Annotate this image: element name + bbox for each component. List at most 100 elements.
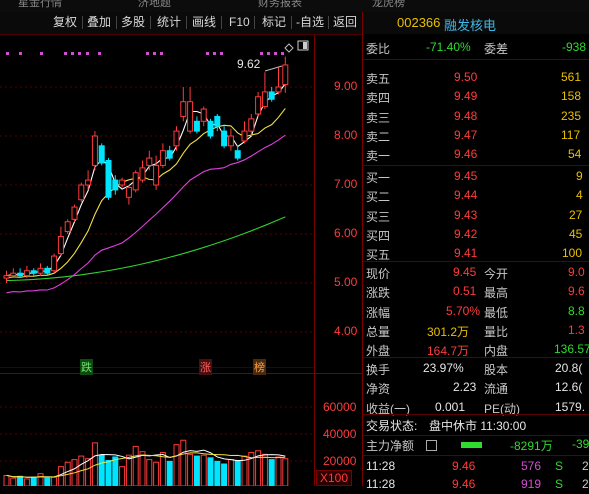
quote-label: 最低 (484, 305, 509, 320)
stat-value: 0.001 (435, 399, 466, 414)
volume-bar (234, 459, 241, 486)
ask-volume: 117 (561, 127, 581, 142)
ask-level-label: 卖二 (366, 129, 391, 144)
candle-body (3, 275, 10, 279)
tick-volume: 919 (521, 477, 542, 491)
quote-value: 5.70% (446, 303, 481, 318)
stat-label: 净资 (366, 382, 391, 397)
overlay-button[interactable]: 叠加 (87, 14, 111, 31)
remove-watchlist-button[interactable]: -自选 (296, 14, 324, 31)
bid-row: 买三 9.43 27 (363, 206, 589, 225)
toolbar-divider (82, 16, 83, 29)
bid-volume: 9 (576, 169, 583, 183)
event-marker-down[interactable]: 跌 (80, 359, 93, 375)
candle-body (112, 179, 119, 191)
candle-body (119, 179, 126, 186)
signal-dot (40, 52, 43, 55)
candle-body (132, 172, 139, 191)
candle-body (268, 91, 275, 100)
event-marker-up[interactable]: 涨 (199, 359, 212, 375)
ask-price: 9.47 (454, 127, 478, 142)
main-flow-icon[interactable] (426, 440, 437, 451)
volume-bar (139, 451, 146, 486)
restore-rights-button[interactable]: 复权 (53, 14, 77, 31)
price-axis-label: 4.00 (334, 324, 358, 338)
volume-bar (17, 475, 24, 486)
trade-status-label: 交易状态: (366, 419, 418, 433)
stat-row: 净资 2.23 流通 12.6( (363, 378, 589, 397)
volume-bar (207, 457, 214, 486)
candle-body (91, 135, 98, 166)
stat-label: 换手 (366, 363, 391, 377)
candle-body (248, 118, 255, 132)
bid-level-label: 买三 (366, 209, 391, 224)
mark-button[interactable]: 标记 (262, 14, 286, 31)
candle-body (193, 120, 200, 132)
top-menu-item[interactable]: 星金行情 (18, 0, 62, 10)
main-flow-label: 主力净额 (366, 439, 415, 453)
bid-volume: 100 (562, 246, 583, 261)
draw-line-button[interactable]: 画线 (192, 14, 216, 31)
signal-dot (274, 52, 277, 55)
volume-bar (10, 477, 17, 486)
volume-bar (268, 459, 275, 486)
tick-row: 11:28 9.46 919 S 2 (363, 475, 589, 494)
statistics-button[interactable]: 统计 (157, 14, 181, 31)
signal-dot (267, 52, 270, 55)
volume-unit-badge: X100 (316, 470, 353, 486)
tick-direction: S (555, 477, 564, 491)
tick-row: 11:28 9.46 576 S 2 (363, 457, 589, 476)
candle-body (261, 91, 268, 108)
stat-value: 2.23 (453, 380, 477, 395)
multi-stock-button[interactable]: 多股 (121, 14, 145, 31)
candle-body (166, 150, 173, 159)
toolbar-divider (291, 16, 292, 29)
main-flow-extra: -39 (572, 437, 589, 451)
price-grid (0, 86, 314, 333)
candle-body (187, 101, 194, 132)
volume-bar (23, 478, 30, 486)
quote-row: 涨跌 0.51 最高 9.6 (363, 282, 589, 301)
f10-button[interactable]: F10 (229, 14, 250, 31)
chart-toolbar: 复权 叠加 多股 统计 画线 F10 标记 -自选 返回 (0, 12, 362, 35)
candle-body (57, 235, 64, 255)
signal-dot (6, 52, 9, 55)
top-menu-item[interactable]: 财务报表 (258, 0, 302, 10)
ask-row: 卖一 9.46 54 (363, 145, 589, 164)
diamond-icon[interactable] (284, 43, 294, 53)
candle-body (234, 150, 241, 159)
signal-dot (71, 52, 74, 55)
top-menu-item[interactable]: 济地题 (138, 0, 171, 10)
volume-bar (132, 445, 139, 486)
bid-volume: 45 (569, 226, 583, 241)
tick-time: 11:28 (366, 477, 396, 491)
quote-value: 136.57 (554, 342, 589, 357)
price-axis-label: 5.00 (334, 275, 358, 289)
ask-price: 9.50 (454, 70, 478, 84)
bid-volume: 4 (576, 188, 583, 203)
ask-volume: 158 (561, 89, 582, 104)
signal-dot (160, 52, 163, 55)
price-axis-label: 9.00 (334, 79, 358, 93)
kline-chart[interactable]: 9.62 9.00 8.00 7.00 6.00 5.00 4.00 跌 涨 榜… (0, 35, 362, 486)
candle-body (159, 150, 166, 166)
quote-label: 涨幅 (366, 305, 391, 320)
top-menu-item[interactable]: 龙虎榜 (372, 0, 405, 10)
quote-label: 量比 (484, 324, 509, 339)
volume-bar (125, 454, 132, 486)
volume-bar (153, 461, 160, 486)
quote-value: 8.8 (568, 303, 585, 318)
candle-body (78, 184, 85, 201)
ma5-line (6, 83, 286, 277)
volume-bar (221, 463, 228, 486)
back-button[interactable]: 返回 (333, 14, 357, 31)
tick-direction: S (555, 459, 564, 473)
window-toggle-fill (303, 42, 307, 49)
candle-body (200, 108, 207, 122)
volume-bar (166, 460, 173, 486)
volume-bar (187, 453, 194, 486)
volume-bar (146, 459, 153, 486)
quote-panel: 002366 融发核电 委比 -71.40% 委差 -938 卖五 9.50 561… (362, 12, 589, 491)
event-marker-list[interactable]: 榜 (253, 359, 266, 375)
bid-price: 9.42 (454, 226, 478, 241)
